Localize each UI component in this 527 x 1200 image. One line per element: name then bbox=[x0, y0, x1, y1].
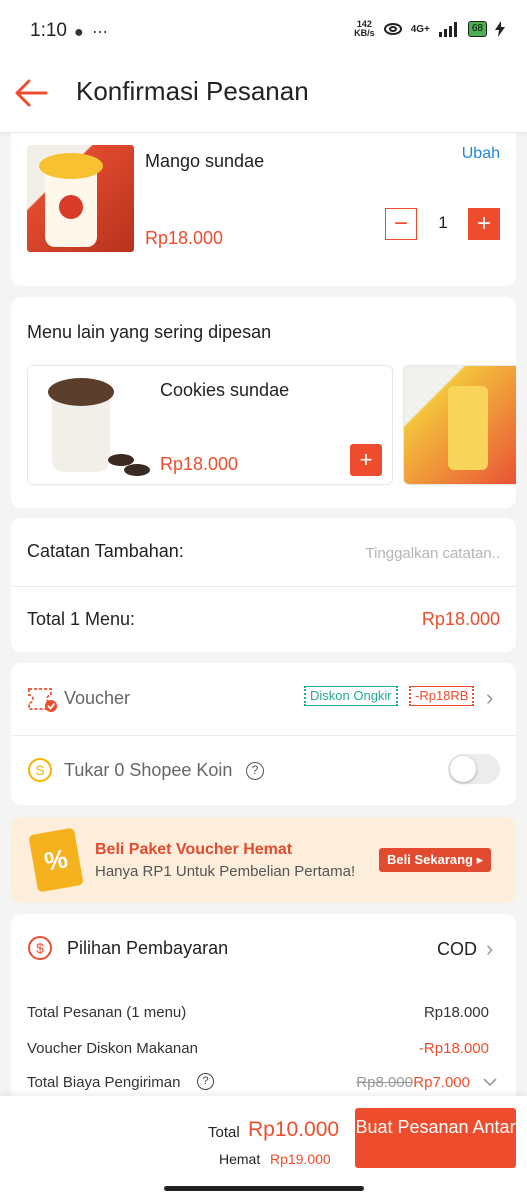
add-recommendation-button[interactable]: + bbox=[350, 444, 382, 476]
cart-item-name: Mango sundae bbox=[145, 151, 265, 171]
chevron-down-icon[interactable] bbox=[482, 1077, 498, 1087]
coins-toggle[interactable] bbox=[448, 754, 500, 784]
checkout-bar: Total Rp10.000 Hemat Rp19.000 Buat Pesan… bbox=[0, 1096, 527, 1200]
increase-quantity-button[interactable]: + bbox=[468, 208, 500, 240]
shipping-original-price: Rp8.000 bbox=[356, 1074, 413, 1091]
voucher-row[interactable]: Voucher Diskon Ongkir -Rp18RB › bbox=[11, 663, 516, 735]
chevron-right-icon: › bbox=[486, 936, 494, 961]
subtotal-label: Total 1 Menu: bbox=[27, 609, 136, 629]
cart-item-card: Mango sundae Ubah Rp18.000 − 1 + bbox=[11, 133, 516, 286]
recommendation-price: Rp18.000 bbox=[160, 454, 239, 474]
notes-input[interactable]: Tinggalkan catatan.. bbox=[365, 545, 500, 562]
order-total-label: Total Pesanan (1 menu) bbox=[27, 1004, 187, 1021]
notes-label: Catatan Tambahan: bbox=[27, 541, 184, 561]
voucher-icon bbox=[28, 688, 57, 712]
order-total-value: Rp18.000 bbox=[423, 1004, 489, 1021]
shipping-total-label: Total Biaya Pengiriman bbox=[27, 1074, 181, 1091]
voucher-promo-banner[interactable]: % Beli Paket Voucher Hemat Hanya RP1 Unt… bbox=[11, 817, 516, 903]
recommendation-item[interactable]: Cookies sundae Rp18.000 + bbox=[27, 365, 393, 485]
cookies-sundae-image bbox=[28, 366, 150, 484]
divider bbox=[11, 586, 516, 587]
place-order-button[interactable]: Buat Pesanan Antar bbox=[355, 1108, 516, 1168]
svg-text:S: S bbox=[35, 762, 44, 778]
coins-label: Tukar 0 Shopee Koin bbox=[64, 760, 233, 780]
banner-subtitle: Hanya RP1 Untuk Pembelian Pertama! bbox=[95, 863, 356, 880]
mango-sundae-image bbox=[27, 145, 134, 252]
food-voucher-value: -Rp18.000 bbox=[418, 1040, 489, 1057]
status-right: 142 KB/s 4G+ 68 bbox=[354, 20, 505, 38]
payment-method-row[interactable]: $ Pilihan Pembayaran COD › bbox=[11, 914, 516, 984]
svg-text:$: $ bbox=[36, 940, 44, 956]
coins-row: S Tukar 0 Shopee Koin ? bbox=[11, 735, 516, 805]
recommendation-item-partial[interactable] bbox=[403, 365, 516, 485]
subtotal-value: Rp18.000 bbox=[421, 609, 500, 629]
recommendations-card: Menu lain yang sering dipesan Cookies su… bbox=[11, 297, 516, 508]
battery-icon: 68 bbox=[467, 21, 487, 37]
charging-icon bbox=[495, 21, 505, 37]
savings-value: Rp19.000 bbox=[270, 1151, 331, 1167]
home-indicator[interactable] bbox=[164, 1186, 364, 1191]
edit-item-link[interactable]: Ubah bbox=[462, 145, 500, 163]
payment-card: $ Pilihan Pembayaran COD › Total Pesanan… bbox=[11, 914, 516, 1124]
voucher-discount-tag: -Rp18RB bbox=[409, 686, 475, 706]
banner-title: Beli Paket Voucher Hemat bbox=[95, 841, 293, 858]
hotspot-icon bbox=[383, 23, 402, 35]
decrease-quantity-button[interactable]: − bbox=[385, 208, 417, 240]
signal-icon bbox=[438, 22, 457, 37]
shipping-discount-tag: Diskon Ongkir bbox=[304, 686, 398, 706]
page-title: Konfirmasi Pesanan bbox=[76, 76, 309, 106]
voucher-card: Voucher Diskon Ongkir -Rp18RB › S Tukar … bbox=[11, 663, 516, 805]
total-label: Total bbox=[208, 1124, 240, 1141]
status-time: 1:10 bbox=[30, 20, 67, 41]
quantity-value: 1 bbox=[438, 213, 448, 232]
total-value: Rp10.000 bbox=[248, 1118, 340, 1141]
food-voucher-label: Voucher Diskon Makanan bbox=[27, 1040, 198, 1057]
network-speed: 142 KB/s bbox=[354, 20, 375, 38]
cart-item-price: Rp18.000 bbox=[145, 228, 224, 248]
shipping-price: Rp7.000 bbox=[413, 1074, 470, 1091]
recommendation-name: Cookies sundae bbox=[160, 380, 290, 400]
chevron-right-icon: › bbox=[486, 685, 494, 710]
recommendation-image bbox=[404, 366, 516, 484]
voucher-ticket-icon: % bbox=[28, 827, 84, 893]
app-bar: Konfirmasi Pesanan bbox=[0, 62, 527, 132]
notification-icons: ● ⋯ bbox=[74, 24, 111, 41]
back-arrow-icon[interactable] bbox=[14, 78, 50, 108]
shipping-help-icon[interactable]: ? bbox=[197, 1073, 214, 1090]
payment-method: COD bbox=[437, 939, 477, 959]
notes-card: Catatan Tambahan: Tinggalkan catatan.. T… bbox=[11, 518, 516, 652]
shopee-coin-icon: S bbox=[28, 758, 52, 782]
recommendations-title: Menu lain yang sering dipesan bbox=[27, 322, 272, 342]
buy-now-button[interactable]: Beli Sekarang ▸ bbox=[379, 848, 492, 872]
help-icon[interactable]: ? bbox=[246, 762, 264, 780]
savings-label: Hemat bbox=[219, 1151, 261, 1167]
voucher-label: Voucher bbox=[64, 688, 131, 708]
payment-icon: $ bbox=[28, 936, 52, 960]
status-bar: 1:10 ● ⋯ 142 KB/s 4G+ 68 bbox=[0, 0, 527, 62]
network-type: 4G+ bbox=[410, 23, 430, 35]
speed-unit: KB/s bbox=[354, 28, 375, 38]
payment-label: Pilihan Pembayaran bbox=[67, 938, 229, 958]
